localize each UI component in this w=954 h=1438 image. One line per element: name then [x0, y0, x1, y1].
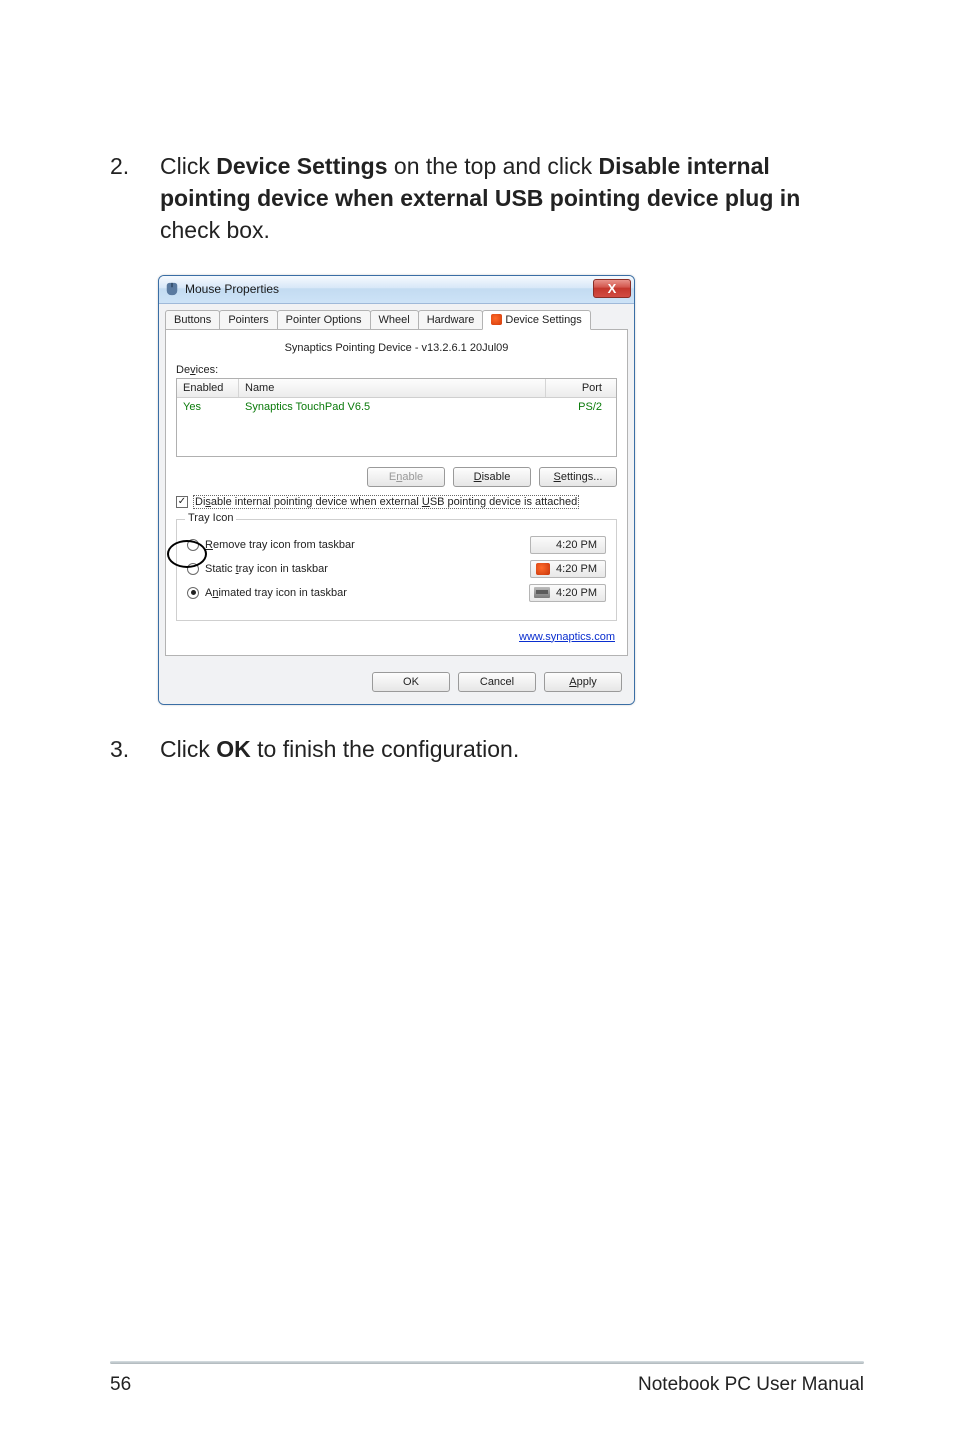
radio-static-tray[interactable]: Static tray icon in taskbar 4:20 PM [187, 560, 606, 578]
btn-underline: S [554, 471, 561, 483]
btn-part: pply [577, 676, 597, 688]
label-part: De [176, 364, 190, 376]
tray-preview-static: 4:20 PM [530, 560, 606, 578]
synaptics-tray-icon [536, 563, 550, 575]
tray-preview-remove: 4:20 PM [530, 536, 606, 554]
synaptics-icon [491, 314, 502, 325]
manual-title: Notebook PC User Manual [638, 1374, 864, 1396]
dialog-button-row: OK Cancel Apply [159, 662, 634, 704]
tab-panel: Synaptics Pointing Device - v13.2.6.1 20… [165, 329, 628, 656]
dialog-title: Mouse Properties [185, 282, 279, 296]
instruction-step-2: 2. Click Device Settings on the top and … [110, 150, 864, 247]
devices-table[interactable]: Enabled Name Port Yes Synaptics TouchPad… [176, 378, 617, 457]
table-body: Yes Synaptics TouchPad V6.5 PS/2 [177, 398, 616, 456]
mouse-properties-dialog: Mouse Properties X Buttons Pointers Poin… [158, 275, 635, 705]
disable-button[interactable]: Disable [453, 467, 531, 487]
label-underline: R [205, 539, 213, 551]
settings-button[interactable]: Settings... [539, 467, 617, 487]
titlebar: Mouse Properties X [159, 276, 634, 304]
radio-icon[interactable] [187, 587, 199, 599]
enable-button: Enable [367, 467, 445, 487]
step-number: 2. [110, 150, 160, 247]
touchpad-tray-icon [534, 587, 550, 598]
label-underline: U [422, 496, 430, 508]
table-header: Enabled Name Port [177, 379, 616, 398]
tab-wheel[interactable]: Wheel [370, 310, 419, 329]
devices-label: Devices: [176, 364, 617, 376]
tab-buttons[interactable]: Buttons [165, 310, 220, 329]
ok-button[interactable]: OK [372, 672, 450, 692]
apply-button[interactable]: Apply [544, 672, 622, 692]
driver-version-text: Synaptics Pointing Device - v13.2.6.1 20… [176, 342, 617, 354]
step-text-part: to finish the configuration. [251, 736, 520, 762]
tab-pointers[interactable]: Pointers [219, 310, 277, 329]
radio-label: Animated tray icon in taskbar [205, 587, 347, 599]
label-part: able internal pointing device when exter… [211, 496, 422, 508]
checkbox-icon[interactable]: ✓ [176, 496, 188, 508]
table-row[interactable]: Yes Synaptics TouchPad V6.5 PS/2 [177, 398, 616, 416]
cell-name: Synaptics TouchPad V6.5 [239, 398, 546, 416]
tab-device-settings[interactable]: Device Settings [482, 310, 590, 330]
btn-part: isable [482, 471, 511, 483]
label-part: emove tray icon from taskbar [213, 539, 355, 551]
step-text: Click Device Settings on the top and cli… [160, 150, 864, 247]
tabstrip: Buttons Pointers Pointer Options Wheel H… [159, 304, 634, 329]
btn-part: able [402, 471, 423, 483]
page-footer: 56 Notebook PC User Manual [0, 1361, 954, 1396]
tab-pointer-options[interactable]: Pointer Options [277, 310, 371, 329]
label-part: ray icon in taskbar [239, 563, 328, 575]
dialog-screenshot: Mouse Properties X Buttons Pointers Poin… [158, 275, 864, 705]
col-header-name: Name [239, 379, 546, 397]
label-part: ices: [196, 364, 219, 376]
step-text-part: check box. [160, 217, 270, 243]
step-number: 3. [110, 733, 160, 765]
col-header-port: Port [546, 379, 616, 397]
radio-animated-tray[interactable]: Animated tray icon in taskbar 4:20 PM [187, 584, 606, 602]
btn-part: ettings... [561, 471, 603, 483]
step-text-bold: Device Settings [216, 153, 387, 179]
step-text-part: on the top and click [388, 153, 599, 179]
close-icon: X [608, 281, 617, 296]
tab-label: Device Settings [505, 314, 581, 326]
label-part: imated tray icon in taskbar [218, 587, 346, 599]
btn-underline: D [474, 471, 482, 483]
cancel-button[interactable]: Cancel [458, 672, 536, 692]
radio-icon[interactable] [187, 563, 199, 575]
time-text: 4:20 PM [556, 539, 597, 551]
radio-label: Remove tray icon from taskbar [205, 539, 355, 551]
tray-preview-animated: 4:20 PM [529, 584, 606, 602]
step-text-part: Click [160, 153, 216, 179]
tray-icon-legend: Tray Icon [185, 512, 236, 524]
time-text: 4:20 PM [556, 587, 597, 599]
radio-remove-tray[interactable]: Remove tray icon from taskbar 4:20 PM [187, 536, 606, 554]
disable-external-checkbox-row[interactable]: ✓ Disable internal pointing device when … [176, 495, 617, 509]
step-text-bold: OK [216, 736, 251, 762]
footer-divider [110, 1361, 864, 1364]
page-number: 56 [110, 1374, 131, 1396]
checkbox-label: Disable internal pointing device when ex… [193, 495, 579, 509]
tray-icon-fieldset: Tray Icon Remove tray icon from taskbar … [176, 519, 617, 621]
time-text: 4:20 PM [556, 563, 597, 575]
step-text-part: Click [160, 736, 216, 762]
btn-underline: A [569, 676, 576, 688]
label-part: SB pointing device is attached [430, 496, 577, 508]
synaptics-link[interactable]: www.synaptics.com [519, 631, 615, 643]
tab-hardware[interactable]: Hardware [418, 310, 484, 329]
step-text: Click OK to finish the configuration. [160, 733, 864, 765]
device-button-row: Enable Disable Settings... [176, 467, 617, 487]
label-part: Static [205, 563, 236, 575]
radio-label: Static tray icon in taskbar [205, 563, 328, 575]
label-part: Di [195, 496, 205, 508]
synaptics-link-row: www.synaptics.com [178, 631, 615, 643]
mouse-icon [165, 282, 179, 296]
radio-icon[interactable] [187, 539, 199, 551]
close-button[interactable]: X [593, 279, 631, 298]
instruction-step-3: 3. Click OK to finish the configuration. [110, 733, 864, 765]
cell-port: PS/2 [546, 398, 616, 416]
col-header-enabled: Enabled [177, 379, 239, 397]
cell-enabled: Yes [177, 398, 239, 416]
